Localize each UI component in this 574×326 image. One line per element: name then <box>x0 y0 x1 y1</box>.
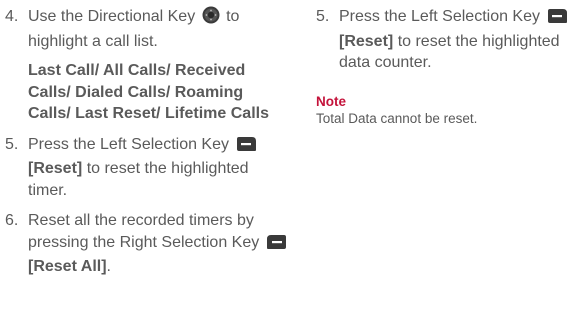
call-list-options: Last Call/ All Calls/ Received Calls/ Di… <box>28 62 269 122</box>
step-text: Press the Left Selection Key <box>339 8 540 25</box>
step-text: Press the Left Selection Key <box>28 135 229 153</box>
right-selection-key-icon <box>266 234 288 257</box>
left-column: 4. Use the Directional Key to highlight … <box>5 6 290 278</box>
softkey-label: [Reset All] <box>28 258 107 275</box>
step-4: 4. Use the Directional Key to highlight … <box>5 6 290 52</box>
left-selection-key-icon <box>546 8 568 31</box>
step-number: 6. <box>5 212 19 229</box>
note-title: Note <box>316 93 346 109</box>
directional-key-icon <box>202 6 220 31</box>
note-text: Total Data cannot be reset. <box>316 110 478 126</box>
softkey-label: [Reset] <box>28 160 83 177</box>
step-number: 4. <box>5 8 19 25</box>
right-column: 5. Press the Left Selection Key [Reset] … <box>316 6 574 127</box>
step-5: 5. Press the Left Selection Key [Reset] … <box>5 134 290 202</box>
left-selection-key-icon <box>235 136 257 159</box>
step-6: 6. Reset all the recorded timers by pres… <box>5 210 290 278</box>
step-text-end: . <box>106 258 111 275</box>
note-box: Note Total Data cannot be reset. <box>316 94 574 127</box>
step-number: 5. <box>5 135 19 153</box>
step-text: Use the Directional Key <box>28 8 196 25</box>
step-5: 5. Press the Left Selection Key [Reset] … <box>316 6 574 74</box>
softkey-label: [Reset] <box>339 32 394 50</box>
step-text: Reset all the recorded timers by pressin… <box>28 212 260 251</box>
step-number: 5. <box>316 8 330 25</box>
